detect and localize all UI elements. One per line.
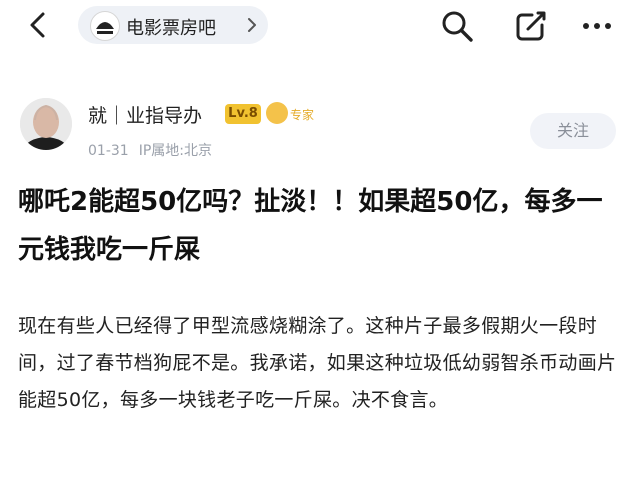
level-badge: Lv.8 xyxy=(225,104,261,124)
more-icon[interactable] xyxy=(580,9,614,43)
author-name[interactable]: 就｜业指导办 xyxy=(88,101,202,128)
forum-name: 电影票房吧 xyxy=(126,18,216,39)
chevron-right-icon xyxy=(244,16,260,34)
edit-icon[interactable] xyxy=(514,9,548,43)
back-arrow-icon[interactable] xyxy=(24,10,54,40)
post-title: 哪吒2能超50亿吗？扯淡！！如果超50亿，每多一元钱我吃一斤屎 xyxy=(18,187,603,265)
search-icon[interactable] xyxy=(440,9,474,43)
top-navigation-bar: 电影票房吧 xyxy=(0,0,640,52)
expert-badge: 专家 xyxy=(266,102,326,126)
forum-logo-icon xyxy=(90,11,120,41)
author-avatar[interactable] xyxy=(20,98,72,150)
post-meta: 01-31 IP属地:北京 xyxy=(88,140,212,160)
expert-medal-icon xyxy=(266,102,288,124)
forum-entry-button[interactable]: 电影票房吧 xyxy=(78,6,268,44)
follow-button[interactable]: 关注 xyxy=(530,113,616,149)
expert-badge-label: 专家 xyxy=(290,108,315,122)
post-date: 01-31 xyxy=(88,143,129,159)
ip-location: IP属地:北京 xyxy=(138,143,212,159)
post-body: 现在有些人已经得了甲型流感烧糊涂了。这种片子最多假期火一段时间，过了春节档狗屁不… xyxy=(18,315,617,411)
